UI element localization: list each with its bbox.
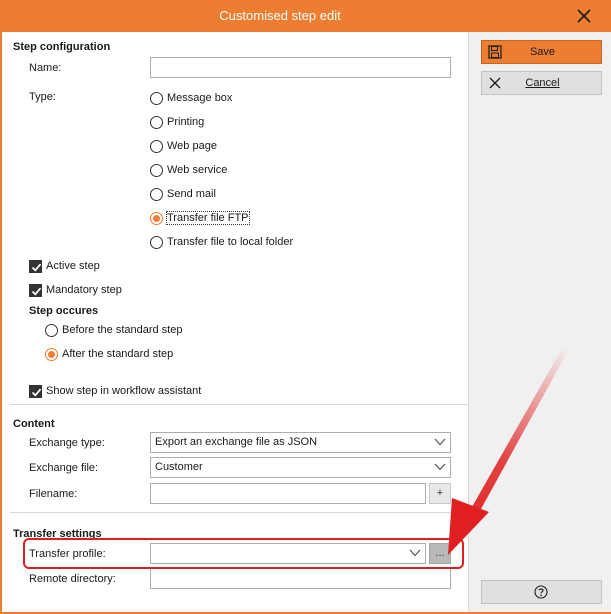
cancel-label: Cancel — [525, 77, 560, 89]
chevron-down-icon — [409, 549, 421, 557]
radio-button-selected[interactable] — [45, 347, 58, 361]
exchange-file-value: Customer — [155, 461, 203, 473]
type-radio-send-mail[interactable]: Send mail — [150, 187, 216, 203]
help-button[interactable] — [481, 580, 602, 604]
radio-button[interactable] — [150, 115, 163, 129]
chevron-down-icon — [434, 463, 446, 471]
title-bar: Customised step edit — [2, 0, 611, 32]
exchange-type-value: Export an exchange file as JSON — [155, 436, 318, 448]
remote-directory-label: Remote directory: — [29, 573, 116, 585]
transfer-profile-select[interactable] — [150, 543, 426, 564]
remote-directory-input[interactable] — [150, 568, 451, 589]
mandatory-step-label: Mandatory step — [46, 284, 122, 297]
checkbox[interactable] — [29, 283, 42, 297]
radio-button[interactable] — [150, 139, 163, 153]
occurs-radio-after[interactable]: After the standard step — [45, 347, 173, 363]
section-content: Content — [13, 418, 55, 430]
type-radio-message-box[interactable]: Message box — [150, 91, 232, 107]
radio-button[interactable] — [150, 235, 163, 249]
show-assistant-label: Show step in workflow assistant — [46, 385, 202, 398]
divider — [10, 512, 468, 513]
transfer-profile-label: Transfer profile: — [29, 548, 106, 560]
filename-label: Filename: — [29, 488, 78, 500]
filename-input[interactable] — [150, 483, 426, 504]
chevron-down-icon — [434, 438, 446, 446]
type-label: Type: — [29, 91, 56, 103]
type-radio-web-service[interactable]: Web service — [150, 163, 227, 179]
exchange-file-select[interactable]: Customer — [150, 457, 451, 478]
radio-button[interactable] — [150, 187, 163, 201]
radio-label: Transfer file to local folder — [167, 236, 294, 249]
name-input[interactable] — [150, 57, 451, 78]
save-label: Save — [529, 46, 556, 58]
step-occures-title: Step occures — [29, 305, 99, 317]
cancel-button[interactable]: Cancel — [481, 71, 602, 95]
section-step-configuration: Step configuration — [13, 41, 111, 53]
form-panel: Step configuration Name: Type: Message b… — [4, 32, 468, 610]
occurs-radio-before[interactable]: Before the standard step — [45, 323, 182, 339]
mandatory-step-checkbox-row[interactable]: Mandatory step — [29, 283, 122, 299]
radio-label: Message box — [167, 92, 233, 105]
radio-label: Transfer file FTP — [166, 211, 250, 226]
radio-label: Send mail — [167, 188, 216, 201]
radio-button[interactable] — [150, 91, 163, 105]
window-title: Customised step edit — [219, 8, 341, 23]
active-step-checkbox-row[interactable]: Active step — [29, 259, 100, 275]
radio-label: Web service — [167, 164, 228, 177]
filename-add-button[interactable]: + — [429, 483, 451, 504]
radio-label: Web page — [167, 140, 217, 153]
dialog-window: Customised step edit Step configuration … — [0, 0, 611, 614]
section-transfer-settings: Transfer settings — [13, 528, 102, 540]
exchange-file-label: Exchange file: — [29, 462, 99, 474]
question-circle-icon — [534, 585, 548, 599]
exchange-type-select[interactable]: Export an exchange file as JSON — [150, 432, 451, 453]
actions-panel: Save Cancel — [468, 32, 611, 612]
radio-button[interactable] — [45, 323, 58, 337]
type-radio-printing[interactable]: Printing — [150, 115, 204, 131]
radio-label: Printing — [167, 116, 205, 129]
save-button[interactable]: Save — [481, 40, 602, 64]
radio-label: After the standard step — [62, 348, 174, 361]
checkbox[interactable] — [29, 384, 42, 398]
close-icon[interactable] — [572, 4, 596, 28]
checkbox[interactable] — [29, 259, 42, 273]
show-assistant-checkbox-row[interactable]: Show step in workflow assistant — [29, 384, 201, 400]
radio-button[interactable] — [150, 163, 163, 177]
name-label: Name: — [29, 62, 62, 74]
exchange-type-label: Exchange type: — [29, 437, 105, 449]
active-step-label: Active step — [46, 260, 100, 273]
type-radio-transfer-file-local[interactable]: Transfer file to local folder — [150, 235, 293, 251]
radio-button-selected[interactable] — [150, 211, 163, 225]
type-radio-transfer-file-ftp[interactable]: Transfer file FTP — [150, 211, 250, 227]
radio-label: Before the standard step — [62, 324, 183, 337]
divider — [10, 404, 468, 405]
transfer-profile-browse-button[interactable]: ... — [429, 543, 451, 564]
type-radio-web-page[interactable]: Web page — [150, 139, 217, 155]
